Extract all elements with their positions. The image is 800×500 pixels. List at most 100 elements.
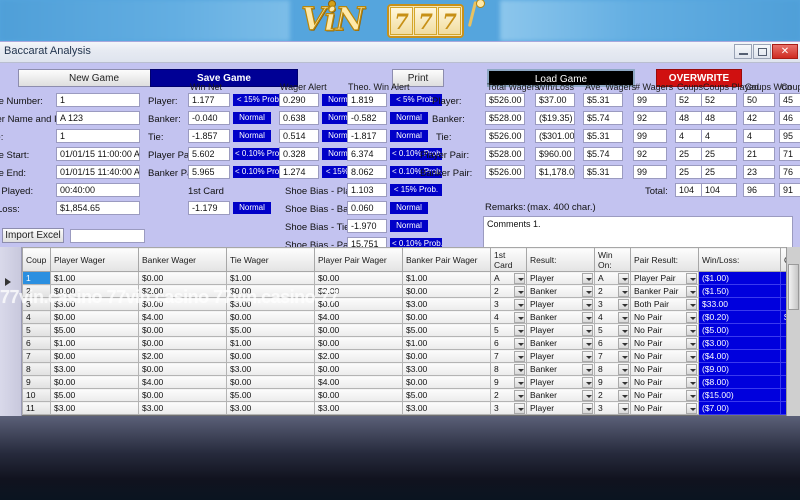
grid-cell[interactable]: 9 <box>594 375 631 389</box>
chevron-down-icon[interactable] <box>618 338 629 349</box>
grid-col-result[interactable]: Result: <box>526 247 595 272</box>
total-coups-played[interactable]: 104 <box>701 183 737 197</box>
grid-cell-coup[interactable]: 10 <box>22 388 51 402</box>
grid-cell[interactable]: $0.00 <box>314 388 403 402</box>
grid-cell[interactable]: ($3.00) <box>698 336 781 350</box>
chevron-down-icon[interactable] <box>514 299 525 310</box>
grid-cell[interactable]: $0.00 <box>226 375 315 389</box>
coups-datagrid[interactable]: Coup Player Wager Banker Wager Tie Wager… <box>0 247 800 417</box>
table-row[interactable]: 8 $3.00 $0.00 $3.00 $0.00 $3.00 8 Banker 8 No Pai… <box>22 362 800 376</box>
grid-cell[interactable]: ($15.00) <box>698 388 781 402</box>
wager-player-input[interactable]: 0.290 <box>279 93 319 107</box>
grid-cell[interactable]: $3.00 <box>402 401 491 415</box>
chevron-down-icon[interactable] <box>582 286 593 297</box>
scrollbar-thumb[interactable] <box>788 264 799 310</box>
stat-cell[interactable]: $5.74 <box>583 111 623 125</box>
grid-cell[interactable]: ($4.00) <box>698 349 781 363</box>
grid-cell[interactable]: $0.00 <box>314 323 403 337</box>
grid-cell[interactable]: $33.00 <box>698 297 781 311</box>
grid-cell[interactable]: $3.00 <box>50 297 139 311</box>
stat-cell[interactable]: 25 <box>701 165 737 179</box>
stat-cell[interactable]: $526.00 <box>485 129 525 143</box>
grid-cell[interactable]: Player <box>526 297 595 311</box>
grid-cell-coup[interactable]: 8 <box>22 362 51 376</box>
stat-cell[interactable]: $5.31 <box>583 165 623 179</box>
table-row[interactable]: 3 $3.00 $0.00 $3.00 $0.00 $3.00 3 Player 3 Both P… <box>22 297 800 311</box>
chevron-down-icon[interactable] <box>618 286 629 297</box>
grid-cell[interactable]: $0.00 <box>50 349 139 363</box>
total-coups-lost[interactable]: 91 <box>779 183 800 197</box>
chevron-down-icon[interactable] <box>582 299 593 310</box>
grid-cell[interactable]: ($0.20) <box>698 310 781 324</box>
grid-cell[interactable]: $4.00 <box>314 310 403 324</box>
table-row[interactable]: 10 $5.00 $0.00 $5.00 $0.00 $5.00 2 Banker 2 No Pa… <box>22 388 800 402</box>
stat-cell[interactable]: ($301.00) <box>535 129 575 143</box>
first-card-input[interactable]: -1.179 <box>188 201 230 215</box>
stat-cell[interactable]: 4 <box>743 129 775 143</box>
grid-cell-coup[interactable]: 1 <box>22 271 51 285</box>
grid-cell[interactable]: Banker <box>526 388 595 402</box>
stat-cell[interactable]: 25 <box>701 147 737 161</box>
grid-cell[interactable]: $5.00 <box>402 388 491 402</box>
win-net-player-input[interactable]: 1.177 <box>188 93 230 107</box>
chevron-down-icon[interactable] <box>618 273 629 284</box>
win-net-tie-input[interactable]: -1.857 <box>188 129 230 143</box>
chevron-down-icon[interactable] <box>582 377 593 388</box>
table-row[interactable]: 5 $5.00 $0.00 $5.00 $0.00 $5.00 5 Player 5 No Pai… <box>22 323 800 337</box>
chevron-down-icon[interactable] <box>514 325 525 336</box>
grid-col-win-loss[interactable]: Win/Loss: <box>698 247 781 272</box>
grid-cell[interactable]: No Pair <box>630 375 699 389</box>
chevron-down-icon[interactable] <box>582 325 593 336</box>
theo-player-pair-input[interactable]: 6.374 <box>347 147 387 161</box>
grid-cell[interactable]: $4.00 <box>138 310 227 324</box>
grid-cell[interactable]: $0.00 <box>226 349 315 363</box>
chevron-down-icon[interactable] <box>514 403 525 414</box>
stat-cell[interactable]: 99 <box>633 129 667 143</box>
grid-cell[interactable]: $5.00 <box>50 388 139 402</box>
chevron-down-icon[interactable] <box>582 273 593 284</box>
grid-cell[interactable]: 6 <box>594 336 631 350</box>
stat-cell[interactable]: 99 <box>633 165 667 179</box>
chevron-down-icon[interactable] <box>686 403 697 414</box>
grid-cell[interactable]: Player <box>526 401 595 415</box>
grid-cell[interactable]: 8 <box>490 362 527 376</box>
shoe-bias-player-input[interactable]: 1.103 <box>347 183 387 197</box>
win-net-banker-input[interactable]: -0.040 <box>188 111 230 125</box>
grid-cell[interactable]: $3.00 <box>226 401 315 415</box>
grid-cell[interactable]: No Pair <box>630 349 699 363</box>
chevron-down-icon[interactable] <box>582 351 593 362</box>
grid-col-tie-wager[interactable]: Tie Wager <box>226 247 315 272</box>
stat-cell[interactable]: $5.31 <box>583 93 623 107</box>
chevron-down-icon[interactable] <box>618 390 629 401</box>
grid-cell[interactable]: ($1.50) <box>698 284 781 298</box>
grid-cell[interactable]: 2 <box>490 284 527 298</box>
grid-cell[interactable]: $3.00 <box>402 297 491 311</box>
chevron-down-icon[interactable] <box>618 364 629 375</box>
chevron-down-icon[interactable] <box>514 286 525 297</box>
stat-cell[interactable]: $960.00 <box>535 147 575 161</box>
chevron-down-icon[interactable] <box>618 377 629 388</box>
grid-cell[interactable]: $0.00 <box>50 375 139 389</box>
chevron-down-icon[interactable] <box>514 351 525 362</box>
grid-cell[interactable]: Banker Pair <box>630 284 699 298</box>
grid-cell[interactable]: $3.00 <box>402 362 491 376</box>
wager-banker-input[interactable]: 0.638 <box>279 111 319 125</box>
grid-cell[interactable]: Banker <box>526 284 595 298</box>
stat-cell[interactable]: 95 <box>779 129 800 143</box>
chevron-down-icon[interactable] <box>686 364 697 375</box>
grid-cell[interactable]: Player <box>526 349 595 363</box>
stat-cell[interactable]: $1,178.00 <box>535 165 575 179</box>
chevron-down-icon[interactable] <box>582 364 593 375</box>
save-game-button[interactable]: Save Game <box>150 69 298 87</box>
grid-cell[interactable]: 2 <box>490 388 527 402</box>
chevron-down-icon[interactable] <box>686 312 697 323</box>
chevron-down-icon[interactable] <box>686 338 697 349</box>
grid-cell[interactable]: ($1.00) <box>698 271 781 285</box>
game-end-input[interactable]: 01/01/15 11:40:00 AM <box>56 165 140 179</box>
grid-cell[interactable]: $0.00 <box>402 310 491 324</box>
stat-cell[interactable]: $5.31 <box>583 129 623 143</box>
grid-vertical-scrollbar[interactable] <box>786 247 800 417</box>
grid-cell[interactable]: No Pair <box>630 310 699 324</box>
grid-cell[interactable]: Banker <box>526 310 595 324</box>
grid-cell-coup[interactable]: 9 <box>22 375 51 389</box>
